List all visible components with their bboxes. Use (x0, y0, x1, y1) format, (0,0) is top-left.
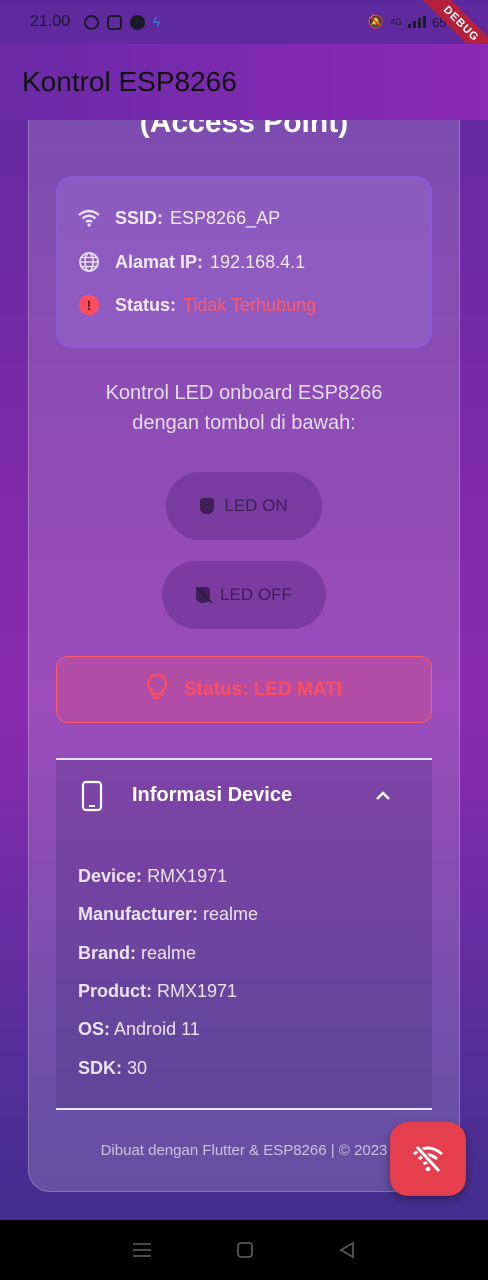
product-label: Product: (78, 981, 152, 1001)
brand-value: realme (141, 943, 197, 963)
status-value: Tidak Terhubung (183, 294, 317, 315)
description: Kontrol LED onboard ESP8266 dengan tombo… (28, 378, 460, 438)
device-label: Device: (78, 866, 143, 886)
brand-row: Brand: realme (78, 943, 196, 964)
led-on-label: LED ON (224, 496, 288, 515)
manufacturer-label: Manufacturer: (78, 904, 199, 924)
chevron-up-icon[interactable] (375, 788, 391, 804)
manufacturer-row: Manufacturer: realme (78, 904, 258, 925)
network-type: 4G (389, 17, 402, 27)
wifi-icon (78, 207, 100, 229)
plug-icon (200, 498, 215, 514)
status-left: 21.00 ϟ (30, 13, 160, 31)
ip-row: Alamat IP: 192.168.4.1 (78, 251, 305, 273)
system-nav-bar (0, 1220, 488, 1280)
led-status-box: Status: LED MATI (56, 656, 432, 723)
app-bolt-icon: ϟ (153, 14, 161, 30)
led-off-button[interactable]: LED OFF (162, 561, 326, 629)
app-title: Kontrol ESP8266 (22, 66, 237, 97)
product-row: Product: RMX1971 (78, 981, 237, 1002)
sdk-value: 30 (127, 1058, 148, 1078)
os-row: OS: Android 11 (78, 1019, 200, 1040)
sdk-row: SDK: 30 (78, 1058, 147, 1079)
app-notification-icon (130, 14, 146, 30)
status-row: ! Status: Tidak Terhubung (78, 294, 316, 316)
instagram-icon (107, 14, 123, 30)
ssid-value: ESP8266_AP (170, 207, 281, 228)
signal-icon (407, 16, 426, 28)
ip-label: Alamat IP: (115, 251, 204, 272)
whatsapp-icon (84, 14, 100, 30)
sdk-label: SDK: (78, 1058, 122, 1078)
os-value: Android 11 (114, 1019, 200, 1039)
device-info-header[interactable] (80, 780, 104, 817)
app-bar: Kontrol ESP8266 (0, 44, 488, 120)
device-info-title[interactable]: Informasi Device (132, 784, 292, 807)
phone-icon (80, 780, 104, 817)
home-icon[interactable] (236, 1241, 254, 1259)
led-on-button[interactable]: LED ON (166, 472, 322, 540)
manufacturer-value: realme (203, 904, 259, 924)
globe-icon (78, 251, 100, 273)
menu-icon[interactable] (132, 1242, 152, 1258)
lightbulb-icon (146, 673, 168, 707)
product-value: RMX1971 (157, 981, 238, 1001)
os-label: OS: (78, 1019, 111, 1039)
clock: 21.00 (30, 13, 71, 30)
ip-value: 192.168.4.1 (210, 251, 306, 272)
device-row: Device: RMX1971 (78, 866, 227, 887)
description-line-1: Kontrol LED onboard ESP8266 (105, 382, 383, 404)
reconnect-fab[interactable] (390, 1122, 466, 1196)
led-off-label: LED OFF (220, 585, 292, 604)
mute-icon: 🔕 (367, 14, 384, 29)
status-label: Status: (115, 294, 177, 315)
led-status-text: Status: LED MATI (184, 678, 342, 700)
plug-off-icon (196, 587, 211, 603)
error-icon: ! (78, 294, 100, 316)
device-value: RMX1971 (147, 866, 228, 886)
back-icon[interactable] (338, 1241, 356, 1259)
wifi-off-icon (413, 1144, 443, 1174)
ssid-label: SSID: (115, 207, 164, 228)
system-status-bar: 21.00 ϟ 🔕 4G 65% (0, 0, 488, 44)
brand-label: Brand: (78, 943, 136, 963)
description-line-2: dengan tombol di bawah: (132, 412, 356, 434)
ssid-row: SSID: ESP8266_AP (78, 207, 280, 229)
